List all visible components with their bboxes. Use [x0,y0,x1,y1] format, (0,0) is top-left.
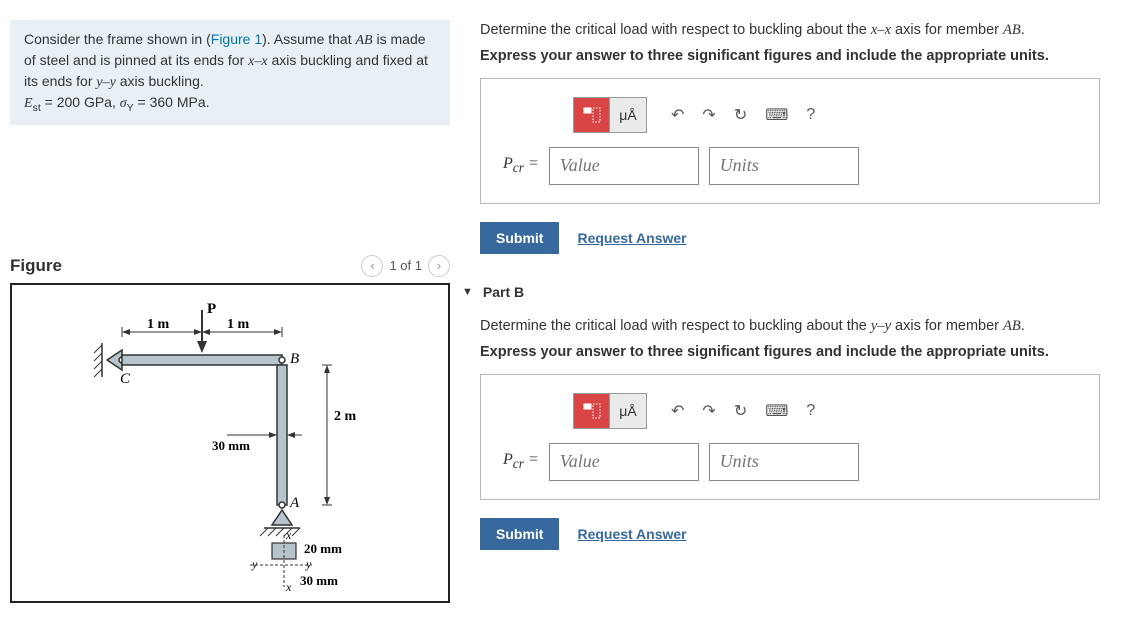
e-label: E [24,96,33,111]
pager-prev-button[interactable]: ‹ [361,255,383,277]
text: ). Assume that [262,31,355,47]
svg-text:y: y [305,557,312,571]
part-b-title: Part B [483,284,524,300]
part-b-header[interactable]: ▼ Part B [462,284,1135,300]
keyboard-icon[interactable]: ⌨ [765,105,788,125]
part-a-question: Determine the critical load with respect… [480,20,1135,42]
submit-button[interactable]: Submit [480,518,559,550]
sigma-label: σ [120,96,127,111]
caret-down-icon: ▼ [462,286,473,298]
svg-text:1 m: 1 m [227,317,250,332]
part-b-block: Determine the critical load with respect… [480,316,1135,550]
figure-title: Figure [10,256,62,276]
units-input[interactable] [709,443,859,481]
submit-button[interactable]: Submit [480,222,559,254]
part-a-block: Determine the critical load with respect… [480,20,1135,254]
reset-icon[interactable]: ↻ [734,401,747,421]
pcr-label: Pcr = [503,155,539,176]
undo-icon[interactable]: ↶ [671,105,684,125]
pcr-label: Pcr = [503,451,539,472]
redo-icon[interactable]: ↷ [702,401,715,421]
sigma-sub: Y [127,101,134,113]
units-tool-button[interactable]: μÅ [610,394,646,428]
keyboard-icon[interactable]: ⌨ [765,401,788,421]
text: axis buckling. [116,73,204,89]
help-icon[interactable]: ? [806,106,815,124]
figure-pager: ‹ 1 of 1 › [361,255,450,277]
svg-text:30 mm: 30 mm [300,573,338,588]
redo-icon[interactable]: ↷ [702,105,715,125]
text: Consider the frame shown in ( [24,31,211,47]
label-P: P [207,301,216,317]
part-a-answer-box: μÅ ↶ ↷ ↻ ⌨ ? Pcr = [480,78,1100,204]
figure-link[interactable]: Figure 1 [211,31,262,47]
units-input[interactable] [709,147,859,185]
reset-icon[interactable]: ↻ [734,105,747,125]
value-input[interactable] [549,443,699,481]
var-AB: AB [356,33,373,48]
svg-text:2 m: 2 m [334,409,357,424]
svg-text:20 mm: 20 mm [304,541,342,556]
part-b-toolbar: μÅ ↶ ↷ ↻ ⌨ ? [573,393,1077,429]
pager-text: 1 of 1 [389,258,422,273]
request-answer-link[interactable]: Request Answer [577,230,686,246]
svg-text:x: x [285,580,292,594]
template-tool-button[interactable] [574,98,610,132]
svg-text:A: A [289,495,300,511]
svg-text:1 m: 1 m [147,317,170,332]
svg-text:B: B [290,351,299,367]
svg-text:y: y [251,557,258,571]
figure-image: P 1 m 1 m 2 m 30 mm C B A x x y [10,283,450,603]
problem-statement: Consider the frame shown in (Figure 1). … [10,20,450,125]
part-a-toolbar: μÅ ↶ ↷ ↻ ⌨ ? [573,97,1077,133]
e-sub: st [33,101,41,113]
help-icon[interactable]: ? [806,402,815,420]
pager-next-button[interactable]: › [428,255,450,277]
request-answer-link[interactable]: Request Answer [577,526,686,542]
part-b-answer-box: μÅ ↶ ↷ ↻ ⌨ ? Pcr = [480,374,1100,500]
svg-text:C: C [120,371,131,387]
svg-text:x: x [285,528,292,542]
var-xx: x–x [248,54,267,69]
part-b-instruction: Express your answer to three significant… [480,344,1135,360]
part-b-question: Determine the critical load with respect… [480,316,1135,338]
var-yy: y–y [96,75,115,90]
svg-text:30 mm: 30 mm [212,438,250,453]
template-tool-button[interactable] [574,394,610,428]
value-input[interactable] [549,147,699,185]
units-tool-button[interactable]: μÅ [610,98,646,132]
undo-icon[interactable]: ↶ [671,401,684,421]
part-a-instruction: Express your answer to three significant… [480,48,1135,64]
